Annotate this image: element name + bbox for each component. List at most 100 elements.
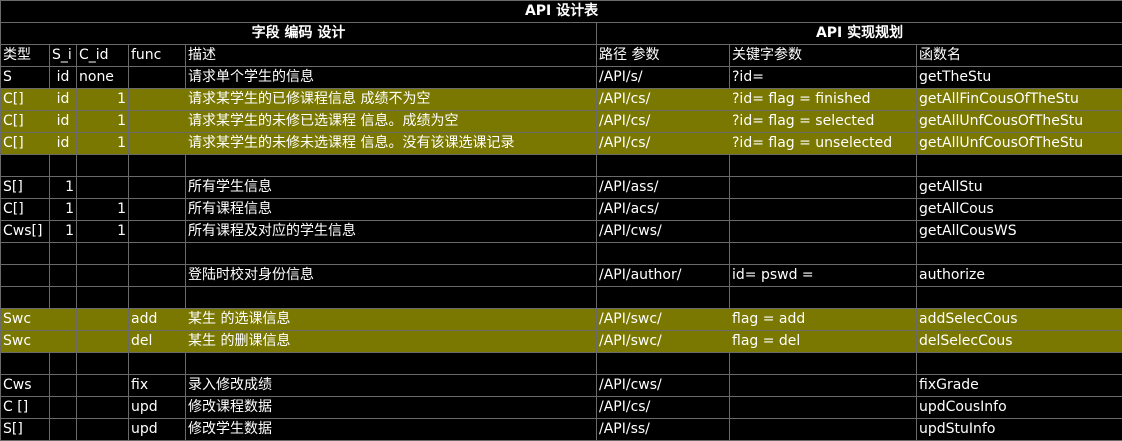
cell-func[interactable]: del: [128, 330, 186, 353]
cell-function-name[interactable]: [915, 242, 1122, 265]
cell-path[interactable]: /API/swc/: [596, 330, 730, 353]
cell-description[interactable]: 所有课程信息: [185, 198, 597, 221]
cell-type[interactable]: S[]: [0, 176, 50, 199]
cell-keyword-params[interactable]: ?id= flag = finished: [729, 88, 917, 111]
cell-path[interactable]: /API/cs/: [596, 396, 730, 419]
cell-path[interactable]: /API/cs/: [596, 110, 730, 133]
cell-description[interactable]: 登陆时校对身份信息: [185, 264, 597, 287]
cell-c-id[interactable]: [76, 352, 129, 375]
cell-c-id[interactable]: [76, 242, 129, 265]
cell-function-name[interactable]: [915, 286, 1122, 309]
column-header-s-id[interactable]: S_i: [49, 44, 77, 67]
cell-type[interactable]: [0, 264, 50, 287]
cell-path[interactable]: /API/ss/: [596, 418, 730, 441]
cell-s-id[interactable]: [49, 330, 77, 353]
cell-c-id[interactable]: [76, 374, 129, 397]
cell-keyword-params[interactable]: [729, 352, 917, 375]
cell-c-id[interactable]: none: [76, 66, 129, 89]
cell-s-id[interactable]: 1: [49, 220, 77, 243]
cell-func[interactable]: [128, 88, 186, 111]
cell-path[interactable]: /API/swc/: [596, 308, 730, 331]
cell-function-name[interactable]: getTheStu: [915, 66, 1122, 89]
column-header-keyword-params[interactable]: 关键字参数: [729, 44, 917, 67]
cell-keyword-params[interactable]: ?id= flag = selected: [729, 110, 917, 133]
cell-s-id[interactable]: id: [49, 110, 77, 133]
cell-path[interactable]: /API/s/: [596, 66, 730, 89]
cell-func[interactable]: [128, 176, 186, 199]
cell-s-id[interactable]: [49, 154, 77, 177]
cell-type[interactable]: Cws: [0, 374, 50, 397]
cell-s-id[interactable]: [49, 286, 77, 309]
cell-description[interactable]: [185, 154, 597, 177]
cell-c-id[interactable]: 1: [76, 220, 129, 243]
cell-func[interactable]: [128, 66, 186, 89]
cell-type[interactable]: [0, 242, 50, 265]
cell-keyword-params[interactable]: [729, 418, 917, 441]
cell-function-name[interactable]: getAllFinCousOfTheStu: [915, 88, 1122, 111]
cell-func[interactable]: [128, 264, 186, 287]
column-header-path[interactable]: 路径 参数: [596, 44, 730, 67]
column-header-function-name[interactable]: 函数名: [915, 44, 1122, 67]
cell-description[interactable]: 修改学生数据: [185, 418, 597, 441]
cell-path[interactable]: /API/cws/: [596, 374, 730, 397]
cell-path[interactable]: [596, 352, 730, 375]
cell-s-id[interactable]: 1: [49, 198, 77, 221]
cell-type[interactable]: C[]: [0, 110, 50, 133]
cell-type[interactable]: C[]: [0, 198, 50, 221]
group-header-api-plan[interactable]: API 实现规划: [595, 22, 1122, 45]
cell-keyword-params[interactable]: [729, 242, 917, 265]
cell-function-name[interactable]: getAllStu: [915, 176, 1122, 199]
column-header-c-id[interactable]: C_id: [76, 44, 129, 67]
cell-func[interactable]: [128, 198, 186, 221]
cell-s-id[interactable]: [49, 352, 77, 375]
cell-s-id[interactable]: 1: [49, 176, 77, 199]
cell-path[interactable]: [596, 286, 730, 309]
cell-keyword-params[interactable]: [729, 176, 917, 199]
cell-description[interactable]: 所有课程及对应的学生信息: [185, 220, 597, 243]
cell-keyword-params[interactable]: id= pswd =: [729, 264, 917, 287]
cell-c-id[interactable]: 1: [76, 110, 129, 133]
cell-path[interactable]: /API/acs/: [596, 198, 730, 221]
cell-c-id[interactable]: [76, 286, 129, 309]
cell-path[interactable]: /API/author/: [596, 264, 730, 287]
cell-func[interactable]: [128, 110, 186, 133]
cell-function-name[interactable]: updStuInfo: [915, 418, 1122, 441]
cell-s-id[interactable]: [49, 396, 77, 419]
cell-description[interactable]: 请求某学生的已修课程信息 成绩不为空: [185, 88, 597, 111]
cell-path[interactable]: /API/cs/: [596, 132, 730, 155]
cell-type[interactable]: C []: [0, 396, 50, 419]
group-header-field-encoding[interactable]: 字段 编码 设计: [0, 22, 597, 45]
cell-type[interactable]: Swc: [0, 330, 50, 353]
cell-func[interactable]: [128, 352, 186, 375]
cell-func[interactable]: [128, 220, 186, 243]
cell-path[interactable]: /API/ass/: [596, 176, 730, 199]
table-title[interactable]: API 设计表: [0, 0, 1122, 23]
cell-keyword-params[interactable]: [729, 396, 917, 419]
cell-keyword-params[interactable]: [729, 220, 917, 243]
cell-function-name[interactable]: getAllUnfCousOfTheStu: [915, 132, 1122, 155]
cell-path[interactable]: [596, 154, 730, 177]
cell-description[interactable]: 录入修改成绩: [185, 374, 597, 397]
cell-path[interactable]: [596, 242, 730, 265]
cell-c-id[interactable]: [76, 154, 129, 177]
column-header-description[interactable]: 描述: [185, 44, 597, 67]
cell-c-id[interactable]: [76, 308, 129, 331]
cell-function-name[interactable]: [915, 352, 1122, 375]
cell-c-id[interactable]: 1: [76, 88, 129, 111]
cell-description[interactable]: [185, 286, 597, 309]
cell-type[interactable]: S: [0, 66, 50, 89]
column-header-type[interactable]: 类型: [0, 44, 50, 67]
cell-s-id[interactable]: [49, 308, 77, 331]
cell-type[interactable]: Swc: [0, 308, 50, 331]
cell-s-id[interactable]: [49, 374, 77, 397]
cell-func[interactable]: [128, 132, 186, 155]
cell-keyword-params[interactable]: ?id=: [729, 66, 917, 89]
column-header-func[interactable]: func: [128, 44, 186, 67]
cell-keyword-params[interactable]: [729, 374, 917, 397]
cell-keyword-params[interactable]: [729, 286, 917, 309]
cell-function-name[interactable]: authorize: [915, 264, 1122, 287]
cell-type[interactable]: [0, 352, 50, 375]
cell-c-id[interactable]: 1: [76, 198, 129, 221]
cell-function-name[interactable]: delSelecCous: [915, 330, 1122, 353]
cell-keyword-params[interactable]: flag = add: [729, 308, 917, 331]
